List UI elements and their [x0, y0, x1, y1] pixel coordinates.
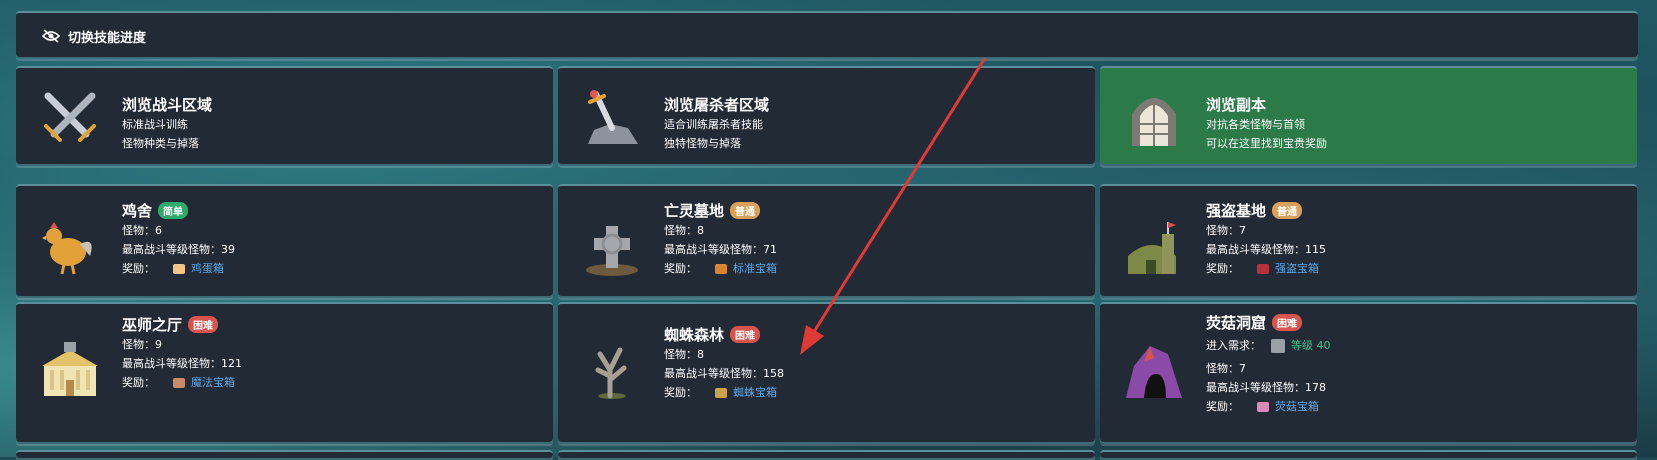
- browse-dungeon-line2: 可以在这里找到宝贵奖励: [1206, 137, 1327, 150]
- browse-slayer-line2: 独特怪物与掉落: [664, 137, 741, 150]
- reward-label: 奖励：: [664, 386, 697, 399]
- reward-link[interactable]: 魔法宝箱: [191, 376, 235, 389]
- monsters-label: 怪物：: [664, 348, 697, 361]
- partial-card: [1100, 450, 1637, 460]
- area-name: 强盗基地: [1206, 202, 1267, 220]
- dungeon-door-icon: [1132, 98, 1176, 146]
- standard-chest-icon: [715, 264, 727, 274]
- crossed-swords-icon: [44, 92, 96, 142]
- reward-label: 奖励：: [1206, 400, 1239, 413]
- area-name: 蜘蛛森林: [664, 326, 725, 344]
- browse-combat-line2: 怪物种类与掉落: [122, 137, 199, 150]
- entry-req-label: 进入需求：: [1206, 339, 1261, 352]
- reward-label: 奖励：: [1206, 262, 1239, 275]
- browse-combat-line1: 标准战斗训练: [122, 118, 188, 131]
- area-card-undead-graveyard[interactable]: 亡灵墓地 普通 怪物：8 最高战斗等级怪物：71 奖励： 标准宝箱: [558, 184, 1095, 298]
- area-name: 巫师之厅: [122, 316, 183, 334]
- monsters-value: 7: [1239, 224, 1246, 237]
- spider-chest-icon: [715, 388, 727, 398]
- reward-link[interactable]: 荧菇宝箱: [1275, 400, 1319, 413]
- browse-combat-title: 浏览战斗区域: [122, 96, 213, 114]
- max-level-label: 最高战斗等级怪物：: [664, 367, 763, 380]
- reward-label: 奖励：: [122, 262, 155, 275]
- max-level-label: 最高战斗等级怪物：: [1206, 243, 1305, 256]
- difficulty-badge: 普通: [1272, 202, 1303, 219]
- combat-skill-icon: [1271, 339, 1285, 353]
- max-level-value: 158: [763, 367, 784, 380]
- browse-slayer-title: 浏览屠杀者区域: [664, 96, 770, 114]
- area-name: 亡灵墓地: [664, 202, 725, 220]
- monsters-value: 6: [155, 224, 162, 237]
- cave-icon: [1126, 346, 1182, 398]
- reward-link[interactable]: 强盗宝箱: [1275, 262, 1319, 275]
- entry-req-value: 等级 40: [1291, 339, 1331, 352]
- area-name: 荧菇洞窟: [1206, 314, 1267, 332]
- browse-slayer-card[interactable]: 浏览屠杀者区域 适合训练屠杀者技能 独特怪物与掉落: [558, 66, 1095, 166]
- area-card-bandit-base[interactable]: 强盗基地 普通 怪物：7 最高战斗等级怪物：115 奖励： 强盗宝箱: [1100, 184, 1637, 298]
- browse-dungeon-card[interactable]: 浏览副本 对抗各类怪物与首领 可以在这里找到宝贵奖励: [1100, 66, 1637, 166]
- browse-slayer-line1: 适合训练屠杀者技能: [664, 118, 763, 131]
- monsters-label: 怪物：: [122, 224, 155, 237]
- difficulty-badge: 困难: [188, 316, 219, 333]
- browse-combat-card[interactable]: 浏览战斗区域 标准战斗训练 怪物种类与掉落: [16, 66, 553, 166]
- partial-card: [558, 450, 1095, 460]
- max-level-value: 39: [221, 243, 235, 256]
- bandit-base-icon: [1128, 222, 1176, 274]
- sword-in-stone-icon: [588, 90, 638, 144]
- difficulty-badge: 普通: [730, 202, 761, 219]
- reward-label: 奖励：: [664, 262, 697, 275]
- magic-chest-icon: [173, 378, 185, 388]
- difficulty-badge: 困难: [1272, 314, 1303, 331]
- egg-crate-icon: [173, 264, 185, 274]
- difficulty-badge: 简单: [158, 202, 189, 219]
- max-level-value: 71: [763, 243, 777, 256]
- browse-dungeon-line1: 对抗各类怪物与首领: [1206, 118, 1305, 131]
- area-card-spider-forest[interactable]: 蜘蛛森林 困难 怪物：8 最高战斗等级怪物：158 奖励： 蜘蛛宝箱: [558, 302, 1095, 444]
- rooster-icon: [42, 222, 92, 275]
- max-level-label: 最高战斗等级怪物：: [122, 243, 221, 256]
- wizard-hall-icon: [42, 342, 98, 396]
- monsters-label: 怪物：: [122, 338, 155, 351]
- monsters-label: 怪物：: [1206, 224, 1239, 237]
- max-level-value: 178: [1305, 381, 1326, 394]
- monsters-value: 9: [155, 338, 162, 351]
- area-card-chicken-coop[interactable]: 鸡舍 简单 怪物：6 最高战斗等级怪物：39 奖励： 鸡蛋箱: [16, 184, 553, 298]
- dead-tree-icon: [595, 347, 627, 399]
- area-card-wizard-hall[interactable]: 巫师之厅 困难 怪物：9 最高战斗等级怪物：121 奖励： 魔法宝箱: [16, 302, 553, 444]
- monsters-value: 8: [697, 348, 704, 361]
- bandit-chest-icon: [1257, 264, 1269, 274]
- browse-dungeon-title: 浏览副本: [1206, 96, 1267, 114]
- monsters-value: 7: [1239, 362, 1246, 375]
- reward-link[interactable]: 标准宝箱: [733, 262, 777, 275]
- area-card-shroom-cave[interactable]: 荧菇洞窟 困难 进入需求： 等级 40 怪物：7 最高战斗等级怪物：178 奖励： 荧…: [1100, 302, 1637, 444]
- monsters-label: 怪物：: [664, 224, 697, 237]
- max-level-label: 最高战斗等级怪物：: [122, 357, 221, 370]
- max-level-value: 115: [1305, 243, 1326, 256]
- area-name: 鸡舍: [122, 202, 153, 220]
- toggle-skill-progress-label: 切换技能进度: [68, 30, 147, 46]
- reward-link[interactable]: 鸡蛋箱: [191, 262, 224, 275]
- monsters-label: 怪物：: [1206, 362, 1239, 375]
- toggle-skill-progress-bar[interactable]: 切换技能进度: [16, 11, 1638, 59]
- tombstone-icon: [586, 226, 638, 276]
- reward-link[interactable]: 蜘蛛宝箱: [733, 386, 777, 399]
- reward-label: 奖励：: [122, 376, 155, 389]
- max-level-label: 最高战斗等级怪物：: [664, 243, 763, 256]
- partial-card: [16, 450, 553, 460]
- difficulty-badge: 困难: [730, 326, 761, 343]
- shroom-chest-icon: [1257, 402, 1269, 412]
- max-level-label: 最高战斗等级怪物：: [1206, 381, 1305, 394]
- monsters-value: 8: [697, 224, 704, 237]
- eye-slash-icon: [42, 29, 60, 43]
- max-level-value: 121: [221, 357, 242, 370]
